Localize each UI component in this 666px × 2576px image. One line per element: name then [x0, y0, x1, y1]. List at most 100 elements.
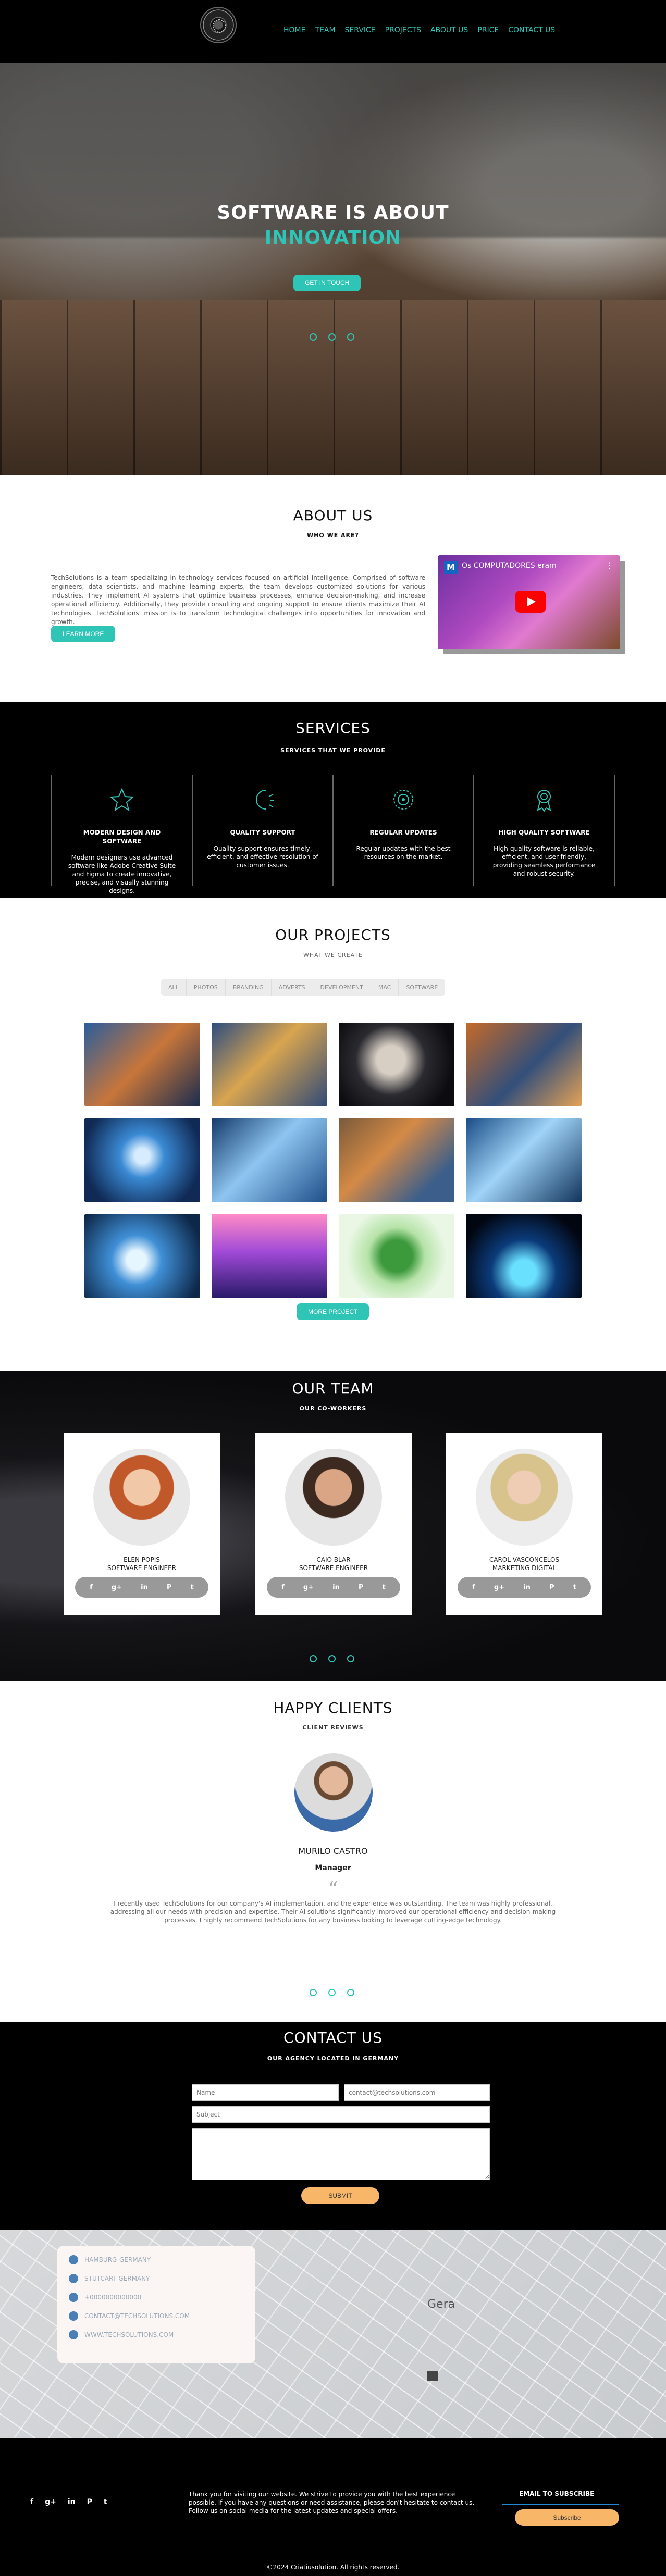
nav-price[interactable]: PRICE	[477, 26, 499, 34]
name-field[interactable]	[192, 2084, 339, 2101]
play-icon[interactable]	[515, 591, 546, 613]
filter-adverts[interactable]: ADVERTS	[272, 979, 313, 996]
project-image[interactable]	[466, 1214, 582, 1298]
more-options-icon[interactable]: ⋮	[606, 561, 614, 570]
twitter-icon[interactable]: t	[383, 1584, 386, 1591]
project-image[interactable]	[466, 1118, 582, 1202]
service-title: HIGH QUALITY SOFTWARE	[498, 829, 590, 836]
project-image[interactable]	[212, 1214, 327, 1298]
google-plus-icon[interactable]: g+	[45, 2498, 56, 2506]
top-nav: HOME TEAM SERVICE PROJECTS ABOUT US PRIC…	[0, 0, 666, 63]
filter-software[interactable]: SOFTWARE	[399, 979, 445, 996]
nav-about[interactable]: ABOUT US	[430, 26, 468, 34]
carousel-dot[interactable]	[310, 1989, 317, 1996]
project-image[interactable]	[212, 1118, 327, 1202]
map-pin-icon[interactable]	[427, 2371, 438, 2381]
carousel-dot[interactable]	[310, 333, 317, 341]
twitter-icon[interactable]: t	[104, 2498, 107, 2506]
filter-photos[interactable]: PHOTOS	[187, 979, 226, 996]
subject-field[interactable]	[192, 2106, 490, 2123]
linkedin-icon[interactable]: in	[68, 2498, 76, 2506]
submit-button[interactable]: SUBMIT	[301, 2187, 379, 2204]
more-project-button[interactable]: MORE PROJECT	[297, 1303, 369, 1320]
newsletter-email-input[interactable]	[502, 2504, 619, 2505]
nav-projects[interactable]: PROJECTS	[385, 26, 421, 34]
avatar	[285, 1449, 382, 1546]
google-plus-icon[interactable]: g+	[494, 1584, 504, 1591]
video-title[interactable]: Os COMPUTADORES eram	[462, 562, 557, 570]
carousel-dot[interactable]	[328, 1989, 336, 1996]
carousel-dot[interactable]	[328, 333, 336, 341]
project-image[interactable]	[212, 1023, 327, 1106]
facebook-icon[interactable]: f	[30, 2498, 33, 2506]
facebook-icon[interactable]: f	[472, 1584, 475, 1591]
project-image[interactable]	[84, 1214, 200, 1298]
email-text[interactable]: CONTACT@TECHSOLUTIONS.COM	[84, 2312, 190, 2320]
project-image[interactable]	[84, 1023, 200, 1106]
contact-subtitle: OUR AGENCY LOCATED IN GERMANY	[267, 2055, 399, 2062]
location-map[interactable]: Gera HAMBURG-GERMANY STUTCART-GERMANY +0…	[0, 2230, 666, 2438]
phone-icon	[69, 2293, 78, 2302]
filter-branding[interactable]: BRANDING	[226, 979, 272, 996]
client-avatar	[294, 1753, 373, 1832]
about-text: TechSolutions is a team specializing in …	[51, 574, 425, 626]
message-field[interactable]	[192, 2128, 490, 2180]
google-plus-icon[interactable]: g+	[303, 1584, 314, 1591]
service-card: REGULAR UPDATES Regular updates with the…	[334, 775, 474, 886]
project-image[interactable]	[339, 1118, 454, 1202]
pinterest-icon[interactable]: P	[167, 1584, 172, 1591]
carousel-dot[interactable]	[347, 1989, 354, 1996]
project-image[interactable]	[84, 1118, 200, 1202]
website-row: WWW.TECHSOLUTIONS.COM	[69, 2330, 244, 2339]
get-in-touch-button[interactable]: GET IN TOUCH	[293, 275, 361, 291]
footer-social: f g+ in P t	[30, 2498, 107, 2506]
pinterest-icon[interactable]: P	[359, 1584, 364, 1591]
phone-text[interactable]: +0000000000000	[84, 2294, 141, 2301]
about-subtitle: WHO WE ARE?	[307, 532, 359, 539]
filter-all[interactable]: ALL	[161, 979, 187, 996]
moon-icon	[205, 781, 320, 818]
brand-logo[interactable]	[200, 7, 237, 43]
project-image[interactable]	[339, 1023, 454, 1106]
project-image[interactable]	[339, 1214, 454, 1298]
nav-contact[interactable]: CONTACT US	[508, 26, 555, 34]
pinterest-icon[interactable]: P	[87, 2498, 92, 2506]
project-image[interactable]	[466, 1023, 582, 1106]
phone-row: +0000000000000	[69, 2293, 244, 2302]
email-field[interactable]	[344, 2084, 490, 2101]
member-role: SOFTWARE ENGINEER	[299, 1564, 368, 1572]
filter-mac[interactable]: MAC	[371, 979, 399, 996]
service-card: QUALITY SUPPORT Quality support ensures …	[193, 775, 334, 886]
carousel-dot[interactable]	[347, 1655, 354, 1662]
facebook-icon[interactable]: f	[281, 1584, 285, 1591]
address-row: STUTCART-GERMANY	[69, 2274, 244, 2283]
carousel-dot[interactable]	[310, 1655, 317, 1662]
team-title: OUR TEAM	[292, 1380, 374, 1397]
subscribe-button[interactable]: Subscribe	[515, 2509, 619, 2526]
newsletter-title: EMAIL TO SUBSCRIBE	[519, 2490, 595, 2497]
nav-service[interactable]: SERVICE	[345, 26, 376, 34]
address-row: HAMBURG-GERMANY	[69, 2255, 244, 2264]
learn-more-button[interactable]: LEARN MORE	[51, 626, 116, 642]
facebook-icon[interactable]: f	[90, 1584, 93, 1591]
team-carousel-dots	[310, 1655, 354, 1662]
hero-title: SOFTWARE IS ABOUT	[217, 202, 449, 223]
linkedin-icon[interactable]: in	[332, 1584, 340, 1591]
carousel-dot[interactable]	[347, 333, 354, 341]
clients-carousel-dots	[310, 1989, 354, 1996]
linkedin-icon[interactable]: in	[523, 1584, 531, 1591]
map-city-label: Gera	[427, 2298, 455, 2311]
twitter-icon[interactable]: t	[191, 1584, 194, 1591]
video-player[interactable]: M Os COMPUTADORES eram ⋮	[438, 555, 620, 649]
location-icon	[69, 2255, 78, 2264]
website-text[interactable]: WWW.TECHSOLUTIONS.COM	[84, 2331, 174, 2338]
google-plus-icon[interactable]: g+	[112, 1584, 122, 1591]
pinterest-icon[interactable]: P	[549, 1584, 554, 1591]
nav-team[interactable]: TEAM	[315, 26, 335, 34]
filter-development[interactable]: DEVELOPMENT	[313, 979, 371, 996]
linkedin-icon[interactable]: in	[141, 1584, 148, 1591]
carousel-dot[interactable]	[328, 1655, 336, 1662]
award-icon	[487, 781, 601, 818]
twitter-icon[interactable]: t	[573, 1584, 576, 1591]
nav-home[interactable]: HOME	[283, 26, 305, 34]
